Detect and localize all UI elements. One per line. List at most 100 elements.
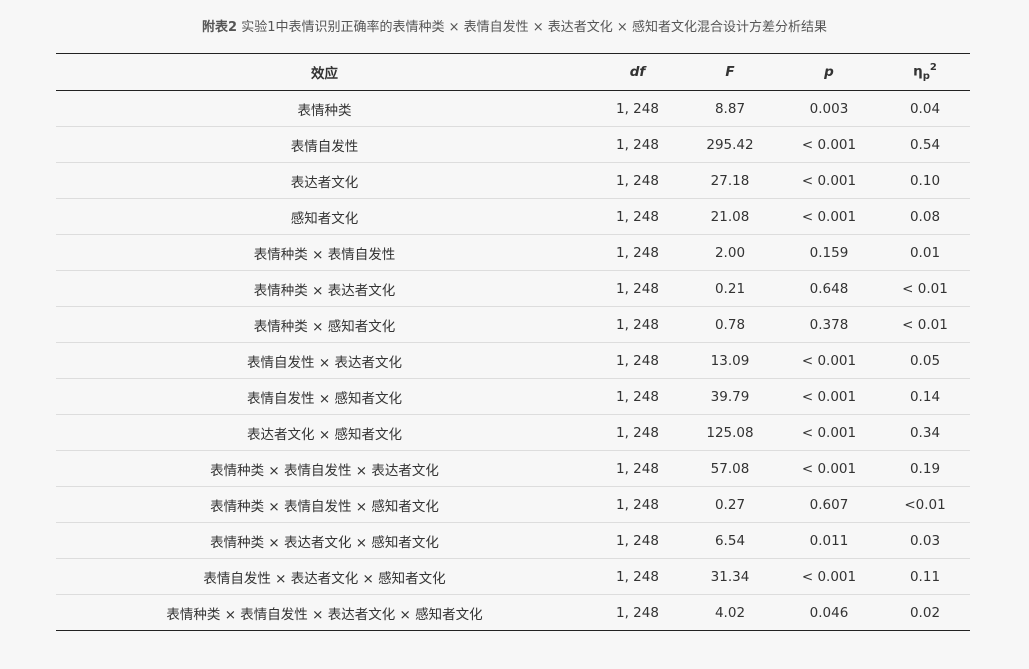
cell-p: < 0.001 bbox=[801, 136, 857, 153]
table-row: 表情种类 1, 248 8.87 0.003 0.04 bbox=[56, 91, 970, 127]
cell-f: 295.42 bbox=[706, 136, 754, 153]
cell-effect: 表情自发性 × 表达者文化 bbox=[247, 354, 402, 371]
cell-df: 1, 248 bbox=[616, 208, 659, 225]
cell-p: 0.046 bbox=[809, 604, 849, 621]
cell-effect: 表情种类 bbox=[297, 102, 352, 119]
table-body: 表情种类 1, 248 8.87 0.003 0.04 表情自发性 1, 248… bbox=[56, 91, 970, 631]
table-row: 表达者文化 1, 248 27.18 < 0.001 0.10 bbox=[56, 163, 970, 199]
cell-p: < 0.001 bbox=[801, 460, 857, 477]
cell-eta: < 0.01 bbox=[902, 316, 948, 333]
cell-f: 57.08 bbox=[710, 460, 750, 477]
cell-df: 1, 248 bbox=[616, 568, 659, 585]
cell-eta: 0.11 bbox=[909, 568, 941, 585]
cell-df: 1, 248 bbox=[616, 100, 659, 117]
cell-eta: 0.19 bbox=[909, 460, 941, 477]
cell-eta: 0.08 bbox=[909, 208, 941, 225]
cell-effect: 表情种类 × 感知者文化 bbox=[253, 318, 396, 335]
cell-p: < 0.001 bbox=[801, 352, 857, 369]
cell-p: < 0.001 bbox=[801, 568, 857, 585]
cell-effect: 表情自发性 × 感知者文化 bbox=[247, 390, 402, 407]
cell-df: 1, 248 bbox=[616, 280, 659, 297]
header-eta-sup: 2 bbox=[929, 61, 937, 73]
cell-effect: 表达者文化 bbox=[290, 174, 359, 191]
cell-df: 1, 248 bbox=[616, 172, 659, 189]
table-header: 效应 df F p ηp2 bbox=[56, 53, 970, 91]
cell-effect: 表情种类 × 表情自发性 × 感知者文化 bbox=[210, 498, 439, 515]
cell-df: 1, 248 bbox=[616, 136, 659, 153]
cell-p: 0.648 bbox=[809, 280, 849, 297]
table-row: 表情种类 × 感知者文化 1, 248 0.78 0.378 < 0.01 bbox=[56, 307, 970, 343]
table-row: 感知者文化 1, 248 21.08 < 0.001 0.08 bbox=[56, 199, 970, 235]
table-row: 表情自发性 1, 248 295.42 < 0.001 0.54 bbox=[56, 127, 970, 163]
cell-effect: 感知者文化 bbox=[290, 210, 359, 227]
header-f: F bbox=[725, 64, 735, 80]
cell-effect: 表情种类 × 表情自发性 × 表达者文化 × 感知者文化 bbox=[166, 606, 483, 623]
cell-f: 0.78 bbox=[714, 316, 746, 333]
cell-p: < 0.001 bbox=[801, 424, 857, 441]
caption-text: 实验1中表情识别正确率的表情种类 × 表情自发性 × 表达者文化 × 感知者文化… bbox=[237, 20, 827, 35]
cell-eta: 0.01 bbox=[909, 244, 941, 261]
table-row: 表情自发性 × 表达者文化 1, 248 13.09 < 0.001 0.05 bbox=[56, 343, 970, 379]
header-df: df bbox=[629, 64, 646, 80]
cell-effect: 表情种类 × 表达者文化 bbox=[253, 282, 396, 299]
table-row: 表情自发性 × 感知者文化 1, 248 39.79 < 0.001 0.14 bbox=[56, 379, 970, 415]
table-caption: 附表2 实验1中表情识别正确率的表情种类 × 表情自发性 × 表达者文化 × 感… bbox=[0, 18, 1029, 38]
cell-p: 0.378 bbox=[809, 316, 849, 333]
cell-df: 1, 248 bbox=[616, 352, 659, 369]
table-row: 表情种类 × 表情自发性 × 感知者文化 1, 248 0.27 0.607 <… bbox=[56, 487, 970, 523]
cell-f: 4.02 bbox=[714, 604, 746, 621]
cell-df: 1, 248 bbox=[616, 604, 659, 621]
table-row: 表情种类 × 表达者文化 1, 248 0.21 0.648 < 0.01 bbox=[56, 271, 970, 307]
cell-effect: 表情自发性 bbox=[290, 138, 359, 155]
cell-df: 1, 248 bbox=[616, 424, 659, 441]
cell-df: 1, 248 bbox=[616, 460, 659, 477]
cell-p: 0.011 bbox=[809, 532, 849, 549]
cell-f: 0.27 bbox=[714, 496, 746, 513]
cell-p: 0.003 bbox=[809, 100, 849, 117]
cell-f: 125.08 bbox=[706, 424, 754, 441]
header-eta-sub: p bbox=[922, 71, 930, 83]
header-p: p bbox=[824, 64, 834, 80]
header-eta-squared: ηp2 bbox=[880, 54, 970, 91]
table-row: 表情种类 × 表情自发性 × 表达者文化 1, 248 57.08 < 0.00… bbox=[56, 451, 970, 487]
anova-table: 效应 df F p ηp2 表情种类 1, 248 8.87 0.003 0.0… bbox=[56, 53, 970, 631]
cell-df: 1, 248 bbox=[616, 244, 659, 261]
table-row: 表达者文化 × 感知者文化 1, 248 125.08 < 0.001 0.34 bbox=[56, 415, 970, 451]
table-row: 表情自发性 × 表达者文化 × 感知者文化 1, 248 31.34 < 0.0… bbox=[56, 559, 970, 595]
cell-f: 27.18 bbox=[710, 172, 750, 189]
header-row: 效应 df F p ηp2 bbox=[56, 53, 970, 91]
anova-table-container: 效应 df F p ηp2 表情种类 1, 248 8.87 0.003 0.0… bbox=[56, 53, 970, 631]
cell-eta: 0.05 bbox=[909, 352, 941, 369]
cell-f: 21.08 bbox=[710, 208, 750, 225]
cell-eta: 0.02 bbox=[909, 604, 941, 621]
cell-eta: < 0.01 bbox=[902, 280, 948, 297]
cell-effect: 表情种类 × 表情自发性 × 表达者文化 bbox=[210, 462, 439, 479]
cell-f: 31.34 bbox=[710, 568, 750, 585]
cell-p: < 0.001 bbox=[801, 172, 857, 189]
table-row: 表情种类 × 表情自发性 1, 248 2.00 0.159 0.01 bbox=[56, 235, 970, 271]
cell-df: 1, 248 bbox=[616, 388, 659, 405]
cell-df: 1, 248 bbox=[616, 496, 659, 513]
cell-effect: 表达者文化 × 感知者文化 bbox=[247, 426, 402, 443]
header-effect: 效应 bbox=[311, 66, 338, 82]
cell-f: 13.09 bbox=[710, 352, 750, 369]
cell-eta: <0.01 bbox=[904, 496, 946, 513]
cell-eta: 0.04 bbox=[909, 100, 941, 117]
cell-p: 0.159 bbox=[809, 244, 849, 261]
cell-p: 0.607 bbox=[809, 496, 849, 513]
caption-label: 附表2 bbox=[202, 20, 238, 35]
table-row: 表情种类 × 表情自发性 × 表达者文化 × 感知者文化 1, 248 4.02… bbox=[56, 595, 970, 631]
cell-eta: 0.03 bbox=[909, 532, 941, 549]
cell-effect: 表情种类 × 表情自发性 bbox=[253, 246, 396, 263]
cell-f: 6.54 bbox=[714, 532, 746, 549]
cell-eta: 0.34 bbox=[909, 424, 941, 441]
cell-f: 8.87 bbox=[714, 100, 746, 117]
header-eta-base: η bbox=[913, 63, 923, 80]
cell-f: 0.21 bbox=[714, 280, 746, 297]
cell-p: < 0.001 bbox=[801, 208, 857, 225]
cell-eta: 0.10 bbox=[909, 172, 941, 189]
cell-df: 1, 248 bbox=[616, 316, 659, 333]
cell-df: 1, 248 bbox=[616, 532, 659, 549]
cell-p: < 0.001 bbox=[801, 388, 857, 405]
cell-eta: 0.54 bbox=[909, 136, 941, 153]
